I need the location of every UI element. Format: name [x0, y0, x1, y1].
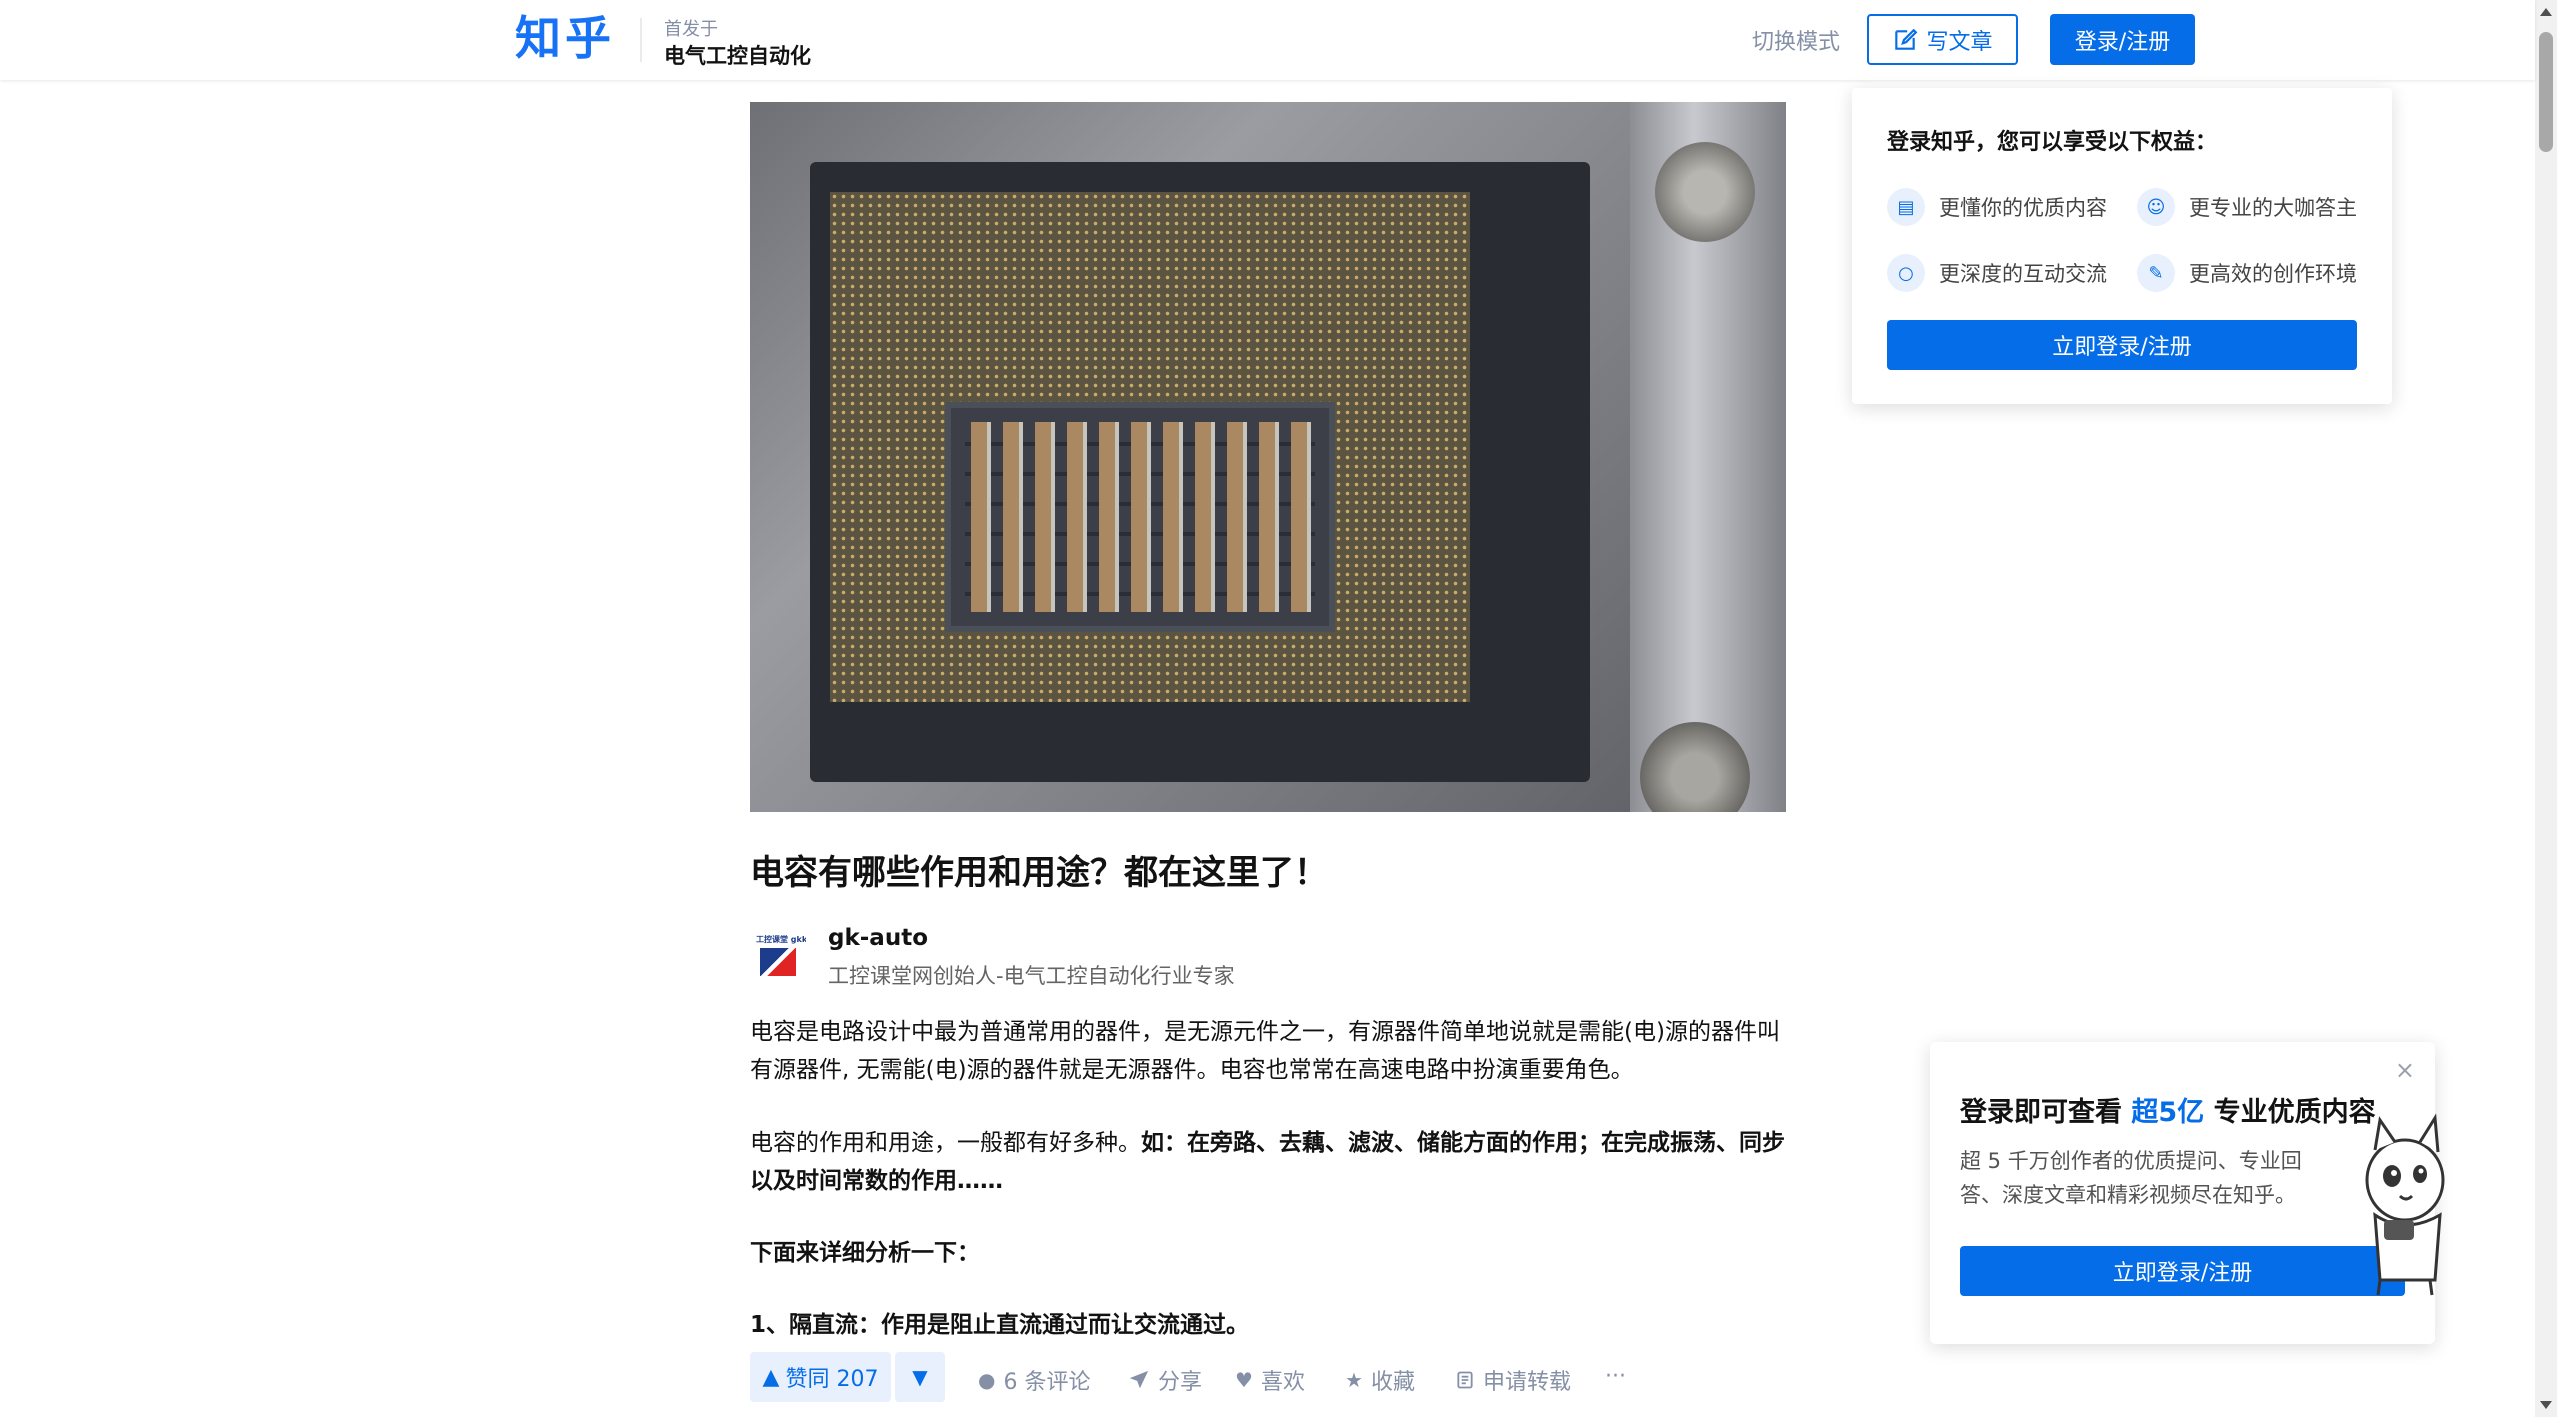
benefit-item: ☺ 更专业的大咖答主 [2137, 188, 2357, 226]
document-icon: ▤ [1887, 188, 1925, 226]
benefit-label: 更专业的大咖答主 [2189, 196, 2357, 220]
star-icon: ★ [1345, 1368, 1363, 1392]
login-register-button[interactable]: 登录/注册 [2050, 14, 2195, 65]
promo-title: 登录即可查看 超5亿 专业优质内容 [1960, 1090, 2376, 1129]
like-label: 喜欢 [1260, 1370, 1305, 1395]
scroll-down-arrow-icon[interactable] [2540, 1401, 2552, 1409]
comments-button[interactable]: ● 6 条评论 [978, 1364, 1090, 1396]
avatar-logo-text: 工控课堂 gkket [756, 935, 806, 944]
close-icon[interactable]: × [2395, 1056, 2415, 1084]
edit-icon: ✎ [2137, 254, 2175, 292]
socket-screw-top [1655, 142, 1755, 242]
switch-mode-button[interactable]: 切换模式 [1752, 24, 1840, 56]
popover-title: 登录知乎，您可以享受以下权益： [1887, 130, 2218, 155]
write-icon [1895, 28, 1918, 50]
avatar-logo-mark [760, 948, 796, 976]
benefit-label: 更懂你的优质内容 [1939, 196, 2107, 220]
author-bio: 工控课堂网创始人-电气工控自动化行业专家 [828, 964, 1235, 988]
repost-document-icon [1457, 1371, 1473, 1389]
zhihu-logo[interactable]: 知乎 [515, 8, 615, 68]
upvote-button[interactable]: ▲ 赞同 207 [750, 1352, 891, 1402]
paragraph-2-text: 电容的作用和用途，一般都有好多种。 [750, 1130, 1141, 1156]
mascot-illustration-icon [2365, 1113, 2445, 1296]
login-promo-card: × 登录即可查看 超5亿 专业优质内容 超 5 千万创作者的优质提问、专业回答、… [1930, 1042, 2445, 1344]
downvote-button[interactable]: ▼ [895, 1352, 945, 1402]
benefit-label: 更深度的互动交流 [1939, 262, 2107, 286]
share-label: 分享 [1158, 1370, 1203, 1395]
page-scrollbar[interactable] [2535, 0, 2557, 1417]
comments-label: 6 条评论 [1003, 1370, 1091, 1395]
promo-title-prefix: 登录即可查看 [1960, 1097, 2122, 1128]
benefit-label: 更高效的创作环境 [2189, 262, 2357, 286]
published-in-label: 首发于 [664, 19, 718, 40]
article-paragraph-3: 下面来详细分析一下： [750, 1240, 980, 1266]
benefit-item: ▤ 更懂你的优质内容 [1887, 188, 2107, 226]
top-header: 知乎 首发于 电气工控自动化 切换模式 写文章 登录/注册 [0, 0, 2535, 80]
collect-button[interactable]: ★ 收藏 [1345, 1364, 1415, 1396]
author-name[interactable]: gk-auto [828, 925, 928, 951]
header-divider [640, 18, 642, 62]
request-repost-button[interactable]: 申请转载 [1455, 1364, 1571, 1396]
more-options-button[interactable]: ··· [1605, 1364, 1626, 1389]
article-paragraph-4: 1、隔直流：作用是阻止直流通过而让交流通过。 [750, 1312, 1250, 1338]
heart-icon: ♥ [1235, 1368, 1253, 1392]
write-article-label: 写文章 [1926, 29, 1993, 55]
upvote-triangle-icon: ▲ [762, 1364, 780, 1390]
promo-login-button[interactable]: 立即登录/注册 [1960, 1246, 2405, 1296]
promo-description: 超 5 千万创作者的优质提问、专业回答、深度文章和精彩视频尽在知乎。 [1960, 1149, 2302, 1207]
comment-bubble-icon: ● [978, 1368, 996, 1392]
share-button[interactable]: 分享 [1128, 1364, 1202, 1396]
benefit-item: ○ 更深度的互动交流 [1887, 254, 2107, 292]
expert-icon: ☺ [2137, 188, 2175, 226]
popover-login-button[interactable]: 立即登录/注册 [1887, 320, 2357, 370]
login-benefits-popover: 登录知乎，您可以享受以下权益： ▤ 更懂你的优质内容 ☺ 更专业的大咖答主 ○ … [1852, 88, 2392, 404]
downvote-triangle-icon: ▼ [912, 1365, 928, 1389]
request-repost-label: 申请转载 [1483, 1370, 1572, 1395]
like-button[interactable]: ♥ 喜欢 [1235, 1364, 1305, 1396]
article-title: 电容有哪些作用和用途？都在这里了！ [750, 853, 1328, 893]
article-action-bar: ▲ 赞同 207 ▼ ● 6 条评论 分享 ♥ 喜欢 ★ 收藏 申请转载 ··· [750, 1352, 1790, 1404]
scroll-thumb[interactable] [2539, 32, 2553, 152]
chat-icon: ○ [1887, 254, 1925, 292]
collect-label: 收藏 [1370, 1370, 1415, 1395]
article-paragraph-2: 电容的作用和用途，一般都有好多种。如：在旁路、去藕、滤波、储能方面的作用；在完成… [750, 1124, 1790, 1200]
upvote-label: 赞同 207 [785, 1367, 879, 1392]
article-paragraph-1: 电容是电路设计中最为普通常用的器件，是无源元件之一，有源器件简单地说就是需能(电… [750, 1019, 1780, 1083]
write-article-button[interactable]: 写文章 [1867, 14, 2018, 65]
scroll-up-arrow-icon[interactable] [2540, 8, 2552, 16]
more-dots-icon: ··· [1605, 1364, 1626, 1389]
article-cover-image [750, 102, 1786, 812]
publication-name-link[interactable]: 电气工控自动化 [664, 40, 811, 70]
capacitor-array [965, 422, 1315, 612]
benefit-item: ✎ 更高效的创作环境 [2137, 254, 2357, 292]
author-avatar[interactable]: 工控课堂 gkket [750, 928, 806, 984]
promo-title-highlight: 超5亿 [2131, 1097, 2205, 1128]
paper-plane-icon [1129, 1370, 1149, 1389]
